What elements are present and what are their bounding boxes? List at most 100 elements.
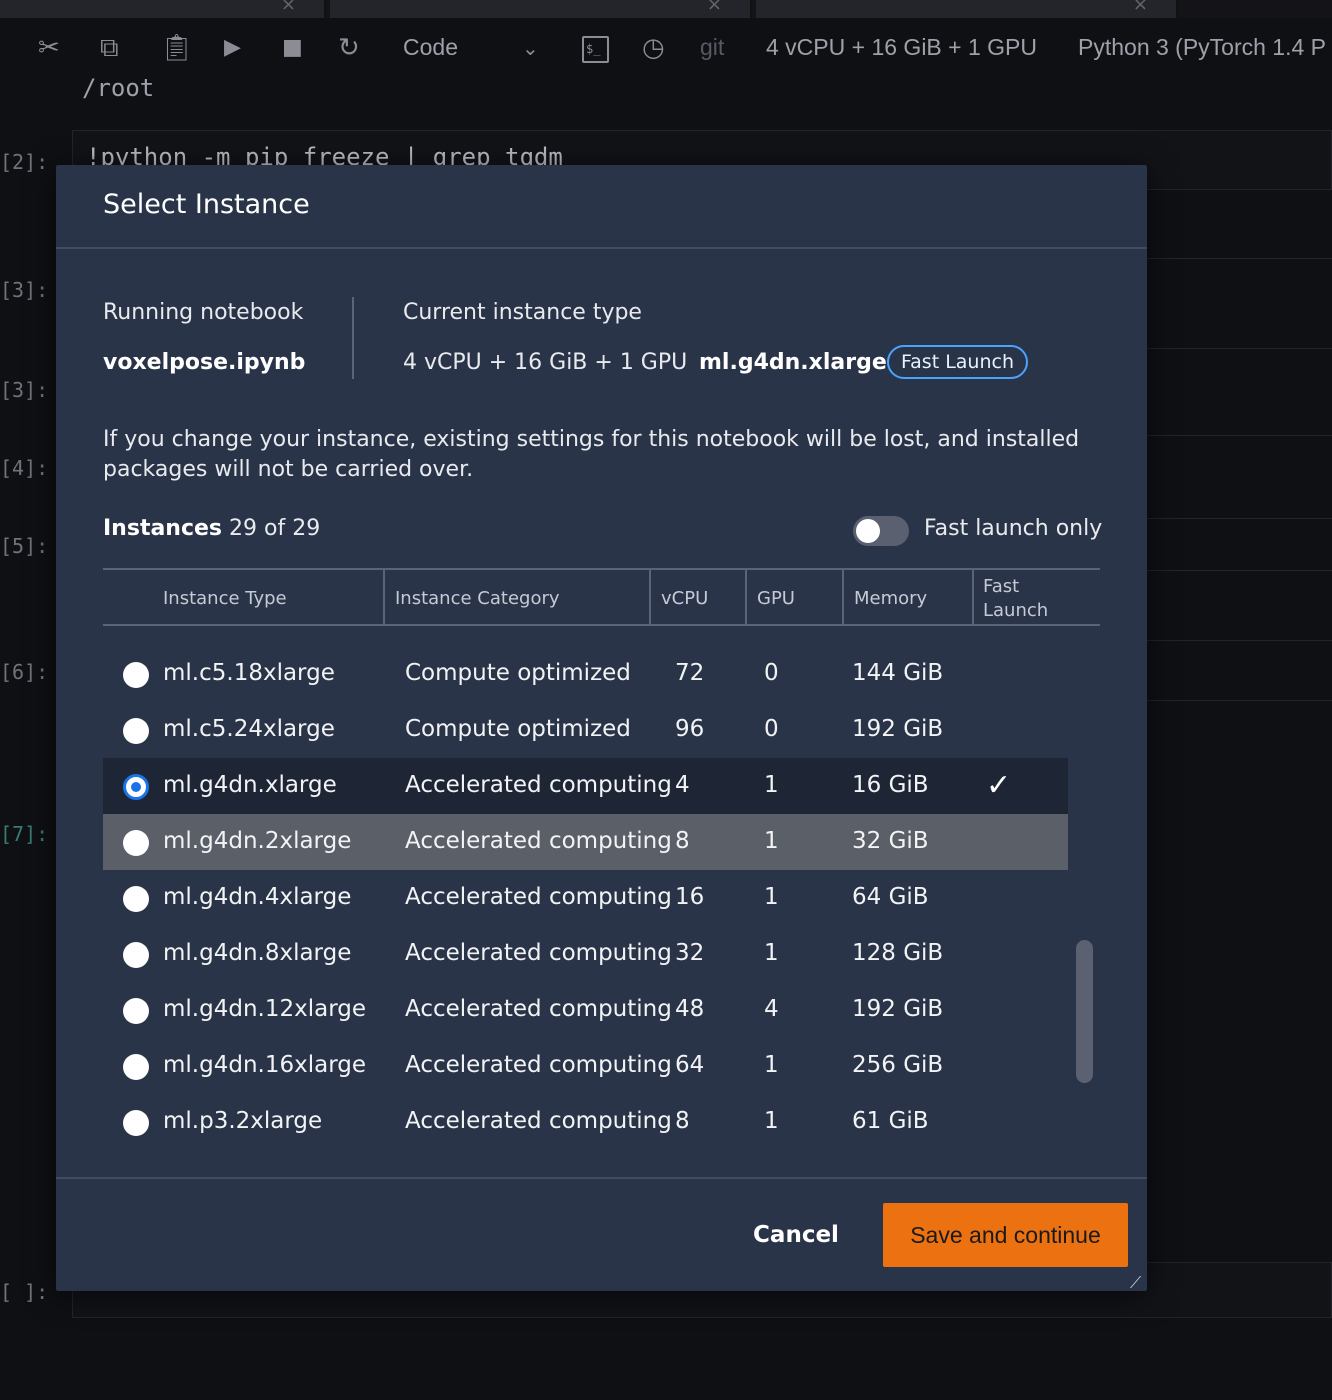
cell-prompt: [4]: [0,456,49,480]
cell-type-dropdown[interactable]: Code [403,34,458,61]
instance-radio[interactable] [123,718,149,744]
tab-notebook-voxelpose[interactable]: × [330,0,752,18]
copy-icon[interactable]: ⧉ [100,34,119,62]
dialog-header: Select Instance [56,165,1147,249]
instance-memory: 144 GiB [852,660,944,686]
instance-vcpu: 64 [675,1052,705,1078]
divider [352,297,354,379]
instance-radio[interactable] [123,662,149,688]
instance-type: ml.g4dn.xlarge [163,772,337,798]
instance-radio[interactable] [123,886,149,912]
instance-type: ml.p3.2xlarge [163,1108,323,1134]
cell-prompt: [ ]: [0,1280,49,1304]
tab-launcher[interactable]: × [756,0,1178,18]
instance-row[interactable]: ml.g4dn.4xlarge Accelerated computing 16… [103,870,1068,926]
instance-memory: 64 GiB [852,884,929,910]
cut-icon[interactable]: ✂ [38,34,60,62]
stop-icon[interactable]: ■ [282,34,303,62]
git-icon[interactable]: git [700,34,724,61]
instance-vcpu: 4 [675,772,690,798]
current-instance-spec: 4 vCPU + 16 GiB + 1 GPU [403,350,688,375]
instance-radio[interactable] [123,1110,149,1136]
select-instance-dialog: Select Instance Running notebook voxelpo… [56,165,1147,1293]
instance-memory: 256 GiB [852,1052,944,1078]
instance-radio[interactable] [123,830,149,856]
fast-launch-toggle[interactable] [853,516,909,546]
restart-icon[interactable]: ↻ [338,34,360,62]
instance-vcpu: 16 [675,884,705,910]
instance-type: ml.g4dn.2xlarge [163,828,352,854]
instance-category: Compute optimized [405,660,631,686]
running-notebook-value: voxelpose.ipynb [103,350,306,375]
chevron-down-icon[interactable]: ⌄ [522,34,539,62]
instance-type: ml.g4dn.16xlarge [163,1052,366,1078]
column-header-fast-launch-label: Fast Launch [983,576,1049,621]
instance-radio[interactable] [123,942,149,968]
column-header-memory[interactable]: Memory [842,570,972,626]
close-icon[interactable]: × [1133,0,1148,15]
instance-row[interactable]: ml.g4dn.16xlarge Accelerated computing 6… [103,1038,1068,1094]
current-instance-label: Current instance type [403,300,642,325]
instance-indicator[interactable]: 4 vCPU + 16 GiB + 1 GPU [766,34,1037,61]
instance-row[interactable]: ml.c5.24xlarge Compute optimized 96 0 19… [103,702,1068,758]
cell-prompt: [3]: [0,278,49,302]
kernel-indicator[interactable]: Python 3 (PyTorch 1.4 P [1078,34,1326,61]
instance-type: ml.g4dn.4xlarge [163,884,352,910]
dialog-title: Select Instance [103,189,310,220]
instance-vcpu: 8 [675,828,690,854]
instance-category: Accelerated computing [405,1108,672,1134]
instance-gpu: 0 [764,716,779,742]
clock-icon[interactable]: ◷ [642,34,665,62]
tab-notebook-1[interactable]: × [0,0,326,18]
cell-prompt: [6]: [0,660,49,684]
instance-row-selected[interactable]: ml.g4dn.xlarge Accelerated computing 4 1… [103,758,1068,814]
instance-memory: 32 GiB [852,828,929,854]
instance-gpu: 1 [764,828,779,854]
instance-category: Accelerated computing [405,884,672,910]
cancel-button[interactable]: Cancel [736,1203,856,1267]
instance-row[interactable]: ml.c5.18xlarge Compute optimized 72 0 14… [103,646,1068,702]
instance-vcpu: 72 [675,660,705,686]
save-and-continue-button[interactable]: Save and continue [883,1203,1128,1267]
instance-vcpu: 96 [675,716,705,742]
instance-radio-checked[interactable] [123,774,149,800]
instance-row-hover[interactable]: ml.g4dn.2xlarge Accelerated computing 8 … [103,814,1068,870]
paste-icon[interactable]: 📋︎ [160,34,193,62]
instance-list: ml.c5.18xlarge Compute optimized 72 0 14… [103,628,1068,1168]
instance-vcpu: 48 [675,996,705,1022]
instance-memory: 16 GiB [852,772,929,798]
instance-category: Compute optimized [405,716,631,742]
column-header-instance-type[interactable]: Instance Type [103,570,383,626]
footer-divider [56,1177,1147,1179]
instance-vcpu: 8 [675,1108,690,1134]
cell-prompt: [5]: [0,534,49,558]
column-header-vcpu[interactable]: vCPU [649,570,745,626]
instance-memory: 192 GiB [852,716,944,742]
instance-radio[interactable] [123,998,149,1024]
instance-row[interactable]: ml.g4dn.8xlarge Accelerated computing 32… [103,926,1068,982]
instance-type: ml.c5.24xlarge [163,716,335,742]
list-scrollbar[interactable] [1076,940,1093,1083]
instance-row[interactable]: ml.p3.2xlarge Accelerated computing 8 1 … [103,1094,1068,1150]
close-icon[interactable]: × [707,0,722,15]
instance-gpu: 1 [764,1108,779,1134]
instance-vcpu: 32 [675,940,705,966]
column-header-gpu[interactable]: GPU [745,570,842,626]
terminal-icon[interactable]: $_ [582,36,609,63]
cell-prompt: [2]: [0,150,49,174]
instance-memory: 61 GiB [852,1108,929,1134]
instances-count-value: 29 of 29 [229,516,321,541]
run-icon[interactable]: ▶ [224,34,241,62]
resize-handle-icon[interactable]: ⟋ [1130,1273,1141,1293]
instance-row[interactable]: ml.g4dn.12xlarge Accelerated computing 4… [103,982,1068,1038]
table-header: Instance Type Instance Category vCPU GPU… [103,568,1100,626]
cell-prompt: [3]: [0,378,49,402]
cell-prompt: [7]: [0,822,49,846]
instances-label: Instances [103,516,223,541]
instance-radio[interactable] [123,1054,149,1080]
instance-category: Accelerated computing [405,940,672,966]
instance-gpu: 1 [764,884,779,910]
close-icon[interactable]: × [281,0,296,15]
column-header-instance-category[interactable]: Instance Category [383,570,649,626]
instance-category: Accelerated computing [405,828,672,854]
